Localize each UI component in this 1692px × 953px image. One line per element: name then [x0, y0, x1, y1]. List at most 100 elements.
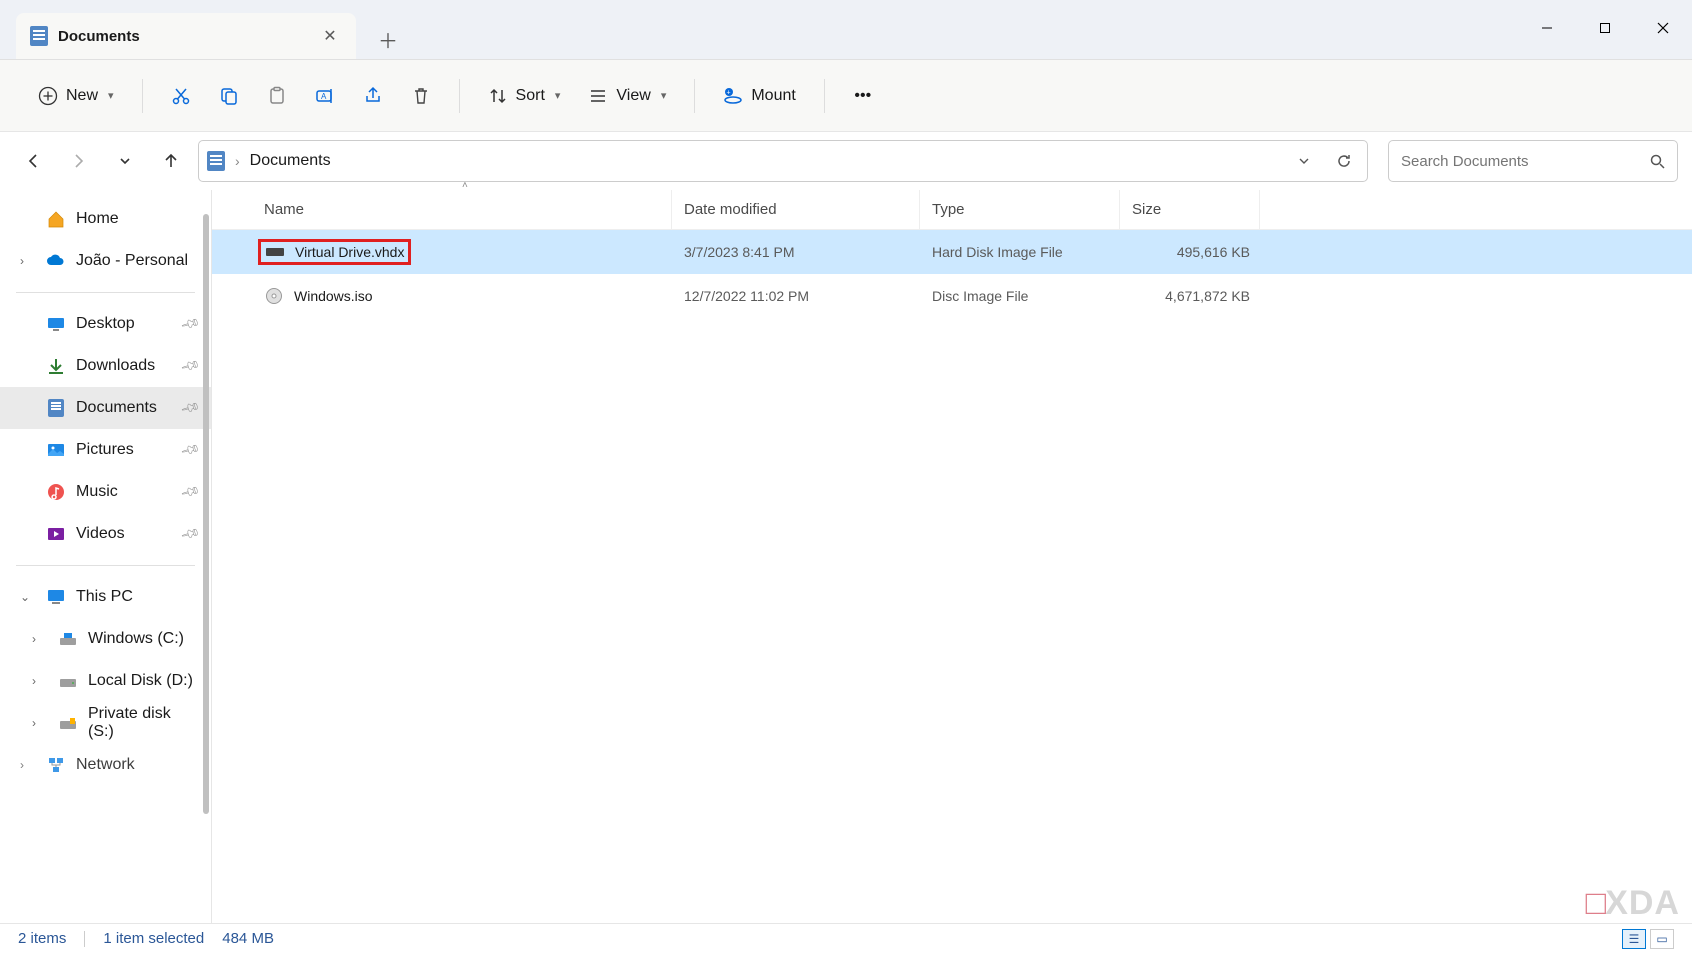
- home-icon: [46, 209, 66, 229]
- close-tab-button[interactable]: ✕: [318, 24, 342, 48]
- status-selection-size: 484 MB: [222, 930, 274, 947]
- breadcrumb-current[interactable]: Documents: [250, 152, 331, 170]
- drive-icon: [58, 629, 78, 649]
- close-window-button[interactable]: [1634, 8, 1692, 48]
- chevron-right-icon[interactable]: ›: [20, 758, 24, 772]
- recent-dropdown[interactable]: [106, 142, 144, 180]
- main-area: Home › João - Personal Desktop 📌︎ Downlo…: [0, 190, 1692, 923]
- sidebar-item-videos[interactable]: Videos 📌︎: [0, 513, 211, 555]
- sidebar-item-desktop[interactable]: Desktop 📌︎: [0, 303, 211, 345]
- up-button[interactable]: [152, 142, 190, 180]
- pin-icon[interactable]: 📌︎: [180, 355, 202, 377]
- document-icon: [46, 398, 66, 418]
- more-button[interactable]: •••: [843, 78, 883, 114]
- file-row[interactable]: Windows.iso 12/7/2022 11:02 PM Disc Imag…: [212, 274, 1692, 318]
- scissors-icon: [171, 86, 191, 106]
- sidebar-item-drive-s[interactable]: › Private disk (S:): [0, 702, 211, 744]
- cut-button[interactable]: [161, 78, 201, 114]
- file-name: Windows.iso: [294, 288, 373, 304]
- pin-icon[interactable]: 📌︎: [180, 397, 202, 419]
- sidebar: Home › João - Personal Desktop 📌︎ Downlo…: [0, 190, 212, 923]
- sidebar-item-drive-d[interactable]: › Local Disk (D:): [0, 660, 211, 702]
- sidebar-item-music[interactable]: Music 📌︎: [0, 471, 211, 513]
- sidebar-item-label: Network: [76, 756, 135, 774]
- new-tab-button[interactable]: ＋: [368, 19, 408, 59]
- view-button[interactable]: View ▾: [578, 78, 676, 114]
- pin-icon[interactable]: 📌︎: [180, 481, 202, 503]
- new-button[interactable]: New ▾: [28, 78, 124, 114]
- sort-button[interactable]: Sort ▾: [478, 78, 571, 114]
- pc-icon: [46, 587, 66, 607]
- trash-icon: [411, 86, 431, 106]
- chevron-right-icon[interactable]: ›: [32, 674, 36, 688]
- minimize-button[interactable]: [1518, 8, 1576, 48]
- vhdx-file-icon: [265, 244, 285, 260]
- desktop-icon: [46, 314, 66, 334]
- view-icon: [588, 86, 608, 106]
- toolbar-separator: [142, 79, 143, 113]
- download-icon: [46, 356, 66, 376]
- file-name: Virtual Drive.vhdx: [295, 244, 404, 260]
- status-item-count: 2 items: [18, 930, 66, 947]
- share-button[interactable]: [353, 78, 393, 114]
- toolbar: New ▾ A Sort ▾ View ▾ + Mount •••: [0, 60, 1692, 132]
- sidebar-item-network[interactable]: › Network: [0, 744, 211, 786]
- sidebar-item-home[interactable]: Home: [0, 198, 211, 240]
- pictures-icon: [46, 440, 66, 460]
- column-header-name[interactable]: ˄ Name: [252, 190, 672, 229]
- clipboard-icon: [267, 86, 287, 106]
- tab-title: Documents: [58, 28, 140, 45]
- watermark: □XDA: [1586, 884, 1680, 923]
- view-label: View: [616, 87, 650, 105]
- chevron-right-icon[interactable]: ›: [32, 716, 36, 730]
- titlebar: Documents ✕ ＋: [0, 0, 1692, 60]
- cloud-icon: [46, 251, 66, 271]
- share-icon: [363, 86, 383, 106]
- chevron-right-icon[interactable]: ›: [32, 632, 36, 646]
- column-header-size[interactable]: Size: [1120, 190, 1260, 229]
- copy-button[interactable]: [209, 78, 249, 114]
- sidebar-item-personal[interactable]: › João - Personal: [0, 240, 211, 282]
- chevron-down-icon[interactable]: ⌄: [20, 590, 30, 604]
- sidebar-scrollbar[interactable]: [201, 214, 211, 854]
- sidebar-item-documents[interactable]: Documents 📌︎: [0, 387, 211, 429]
- sidebar-item-label: Videos: [76, 525, 125, 543]
- rename-button[interactable]: A: [305, 78, 345, 114]
- window-controls: [1518, 0, 1692, 59]
- status-bar: 2 items 1 item selected 484 MB ☰ ▭: [0, 923, 1692, 953]
- sort-label: Sort: [516, 87, 545, 105]
- paste-button[interactable]: [257, 78, 297, 114]
- file-type: Disc Image File: [920, 288, 1120, 304]
- address-dropdown[interactable]: [1289, 146, 1319, 176]
- navbar: › Documents: [0, 132, 1692, 190]
- sidebar-item-downloads[interactable]: Downloads 📌︎: [0, 345, 211, 387]
- thumbnails-view-button[interactable]: ▭: [1650, 929, 1674, 949]
- sidebar-item-label: Downloads: [76, 357, 155, 375]
- music-icon: [46, 482, 66, 502]
- forward-button[interactable]: [60, 142, 98, 180]
- status-selection: 1 item selected: [103, 930, 204, 947]
- sidebar-item-this-pc[interactable]: ⌄ This PC: [0, 576, 211, 618]
- pin-icon[interactable]: 📌︎: [180, 313, 202, 335]
- chevron-right-icon[interactable]: ›: [20, 254, 24, 268]
- active-tab[interactable]: Documents ✕: [16, 13, 356, 59]
- delete-button[interactable]: [401, 78, 441, 114]
- search-input[interactable]: [1401, 153, 1650, 170]
- refresh-button[interactable]: [1329, 146, 1359, 176]
- document-icon: [30, 26, 48, 46]
- pin-icon[interactable]: 📌︎: [180, 523, 202, 545]
- maximize-button[interactable]: [1576, 8, 1634, 48]
- mount-button[interactable]: + Mount: [713, 78, 805, 114]
- sort-indicator-icon: ˄: [462, 180, 468, 191]
- address-bar[interactable]: › Documents: [198, 140, 1368, 182]
- pin-icon[interactable]: 📌︎: [180, 439, 202, 461]
- column-header-type[interactable]: Type: [920, 190, 1120, 229]
- column-header-date[interactable]: Date modified: [672, 190, 920, 229]
- details-view-button[interactable]: ☰: [1622, 929, 1646, 949]
- search-box[interactable]: [1388, 140, 1678, 182]
- sidebar-item-drive-c[interactable]: › Windows (C:): [0, 618, 211, 660]
- back-button[interactable]: [14, 142, 52, 180]
- document-icon: [207, 151, 225, 171]
- sidebar-item-pictures[interactable]: Pictures 📌︎: [0, 429, 211, 471]
- file-row[interactable]: Virtual Drive.vhdx 3/7/2023 8:41 PM Hard…: [212, 230, 1692, 274]
